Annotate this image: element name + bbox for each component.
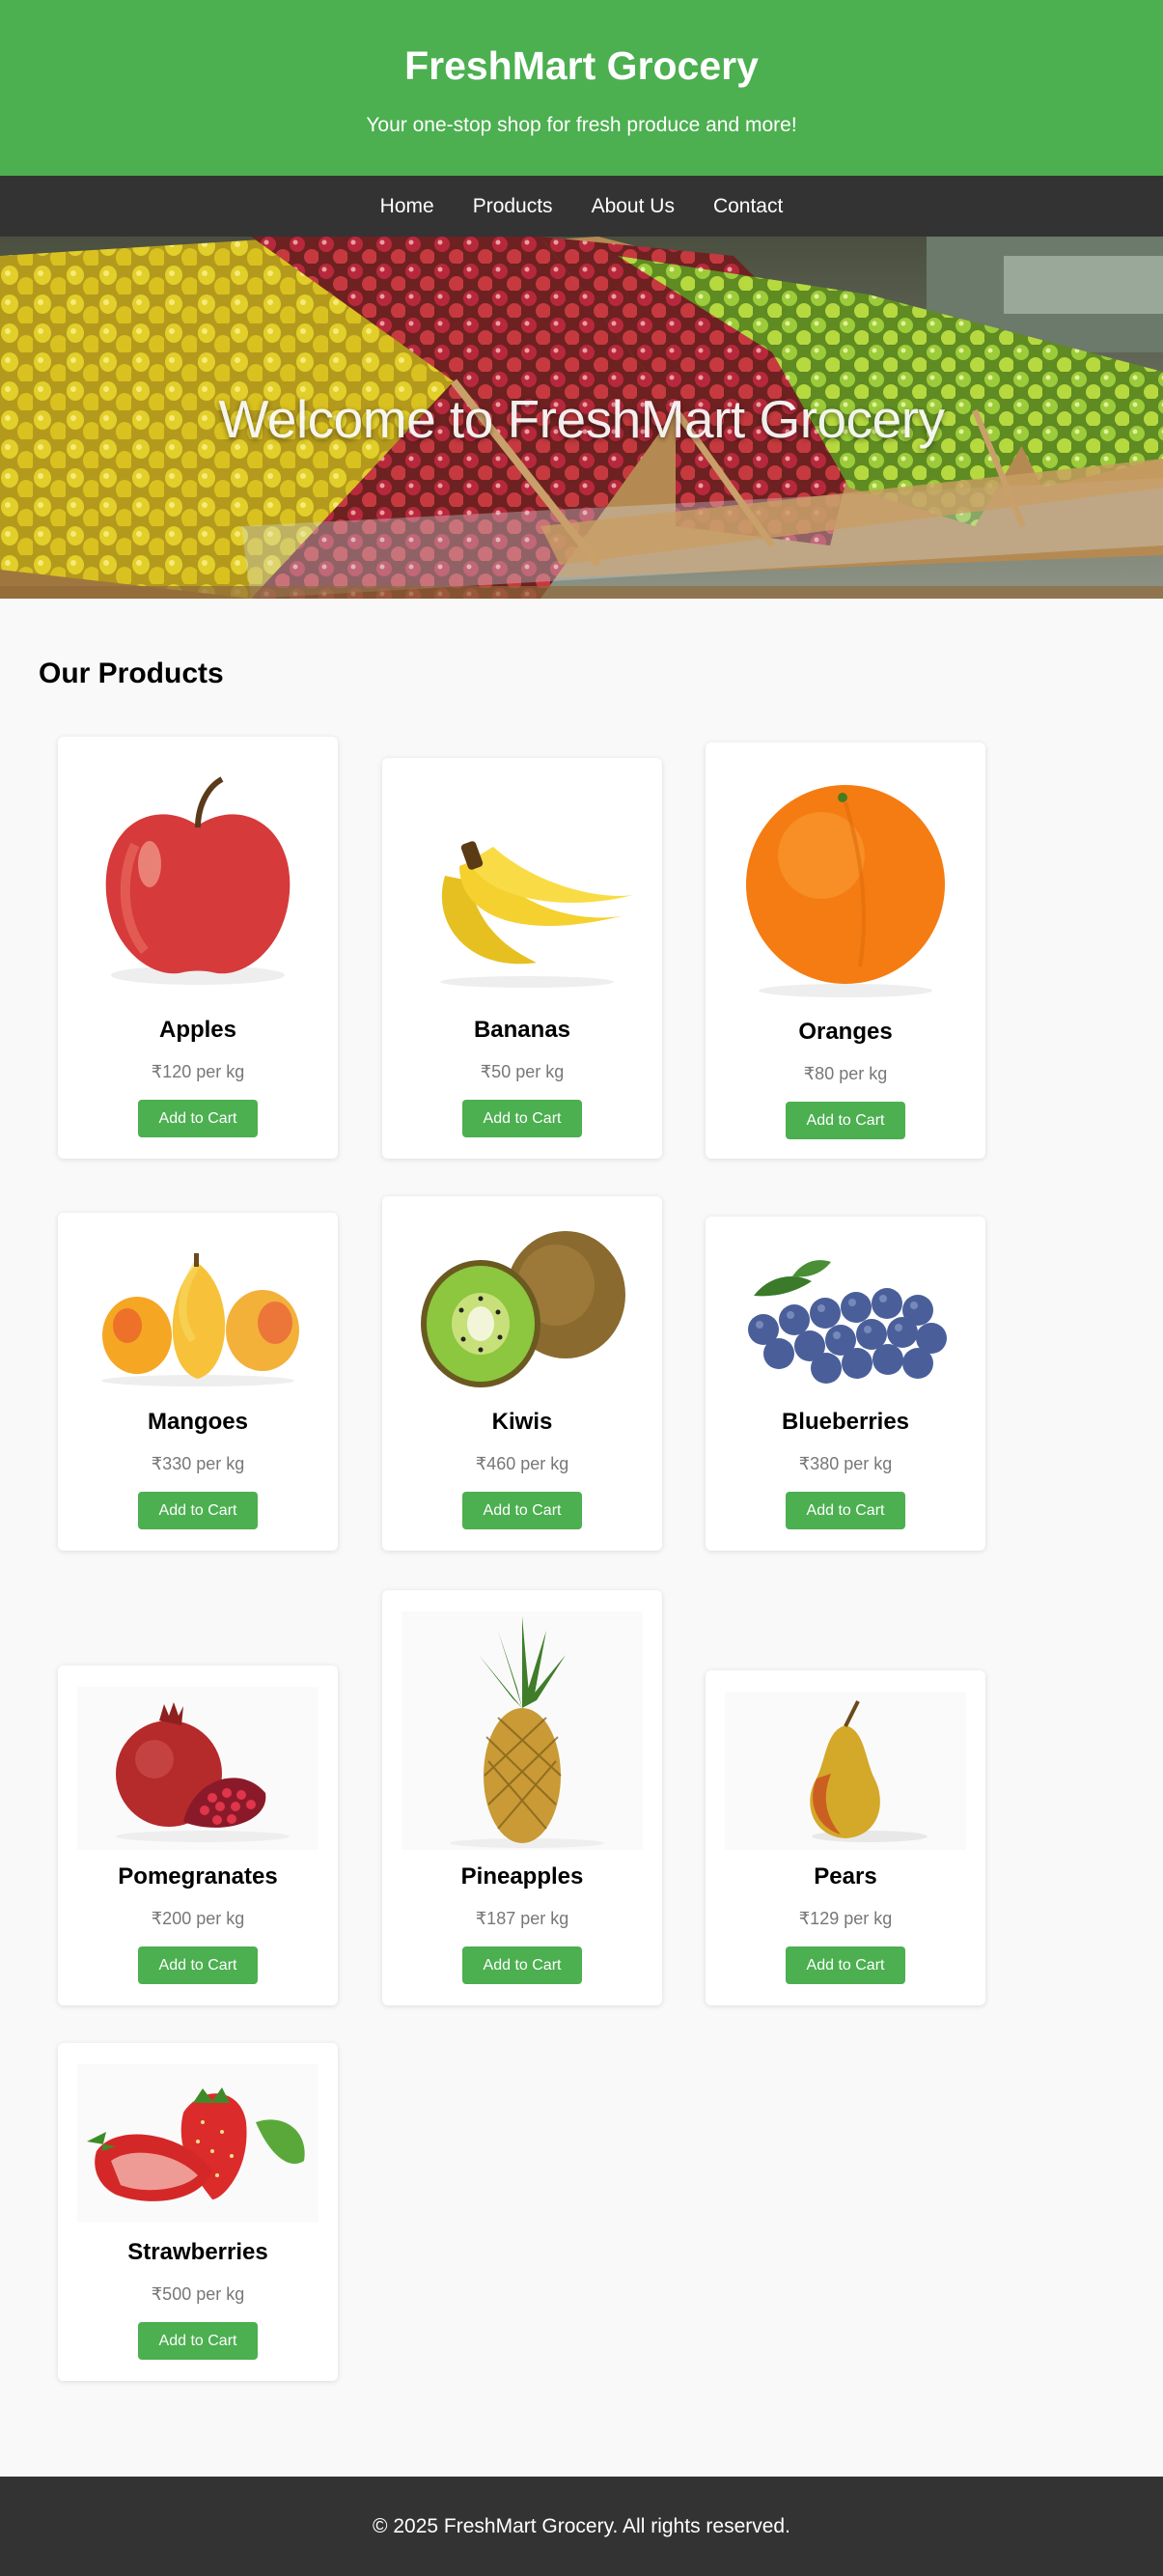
nav-item-products[interactable]: Products <box>473 195 553 218</box>
product-name: Blueberries <box>781 1409 910 1435</box>
product-card-mangoes: Mangoes ₹330 per kg Add to Cart <box>58 1213 338 1551</box>
banana-image <box>402 779 643 999</box>
product-price: ₹500 per kg <box>151 2284 245 2304</box>
product-card-strawberries: Strawberries ₹500 per kg Add to Cart <box>58 2043 338 2381</box>
product-card-pineapples: Pineapples ₹187 per kg Add to Cart <box>382 1590 662 2005</box>
product-name: Apples <box>158 1017 236 1043</box>
footer-copyright: © 2025 FreshMart Grocery. All rights res… <box>373 2515 790 2537</box>
add-to-cart-button[interactable]: Add to Cart <box>462 1492 582 1529</box>
product-price: ₹80 per kg <box>803 1064 888 1083</box>
add-to-cart-button[interactable]: Add to Cart <box>462 1100 582 1137</box>
product-price: ₹187 per kg <box>475 1909 569 1928</box>
mango-image <box>77 1234 318 1393</box>
product-price: ₹50 per kg <box>480 1062 565 1081</box>
nav-item-about-us[interactable]: About Us <box>592 195 675 218</box>
product-price: ₹129 per kg <box>798 1909 893 1928</box>
product-price: ₹460 per kg <box>475 1454 569 1473</box>
main-nav: Home Products About Us Contact <box>0 176 1163 237</box>
product-card-kiwis: Kiwis ₹460 per kg Add to Cart <box>382 1196 662 1551</box>
pomegranate-image <box>77 1687 318 1850</box>
product-name: Pomegranates <box>118 1863 278 1890</box>
product-name: Kiwis <box>491 1409 553 1435</box>
product-card-apples: Apples ₹120 per kg Add to Cart <box>58 737 338 1159</box>
product-card-pomegranates: Pomegranates ₹200 per kg Add to Cart <box>58 1666 338 2005</box>
add-to-cart-button[interactable]: Add to Cart <box>138 1946 258 1984</box>
add-to-cart-button[interactable]: Add to Cart <box>138 1492 258 1529</box>
product-price: ₹380 per kg <box>798 1454 893 1473</box>
pineapple-image <box>402 1611 643 1850</box>
add-to-cart-button[interactable]: Add to Cart <box>462 1946 582 1984</box>
product-price: ₹200 per kg <box>151 1909 245 1928</box>
product-card-bananas: Bananas ₹50 per kg Add to Cart <box>382 758 662 1159</box>
site-header: FreshMart Grocery Your one-stop shop for… <box>0 0 1163 176</box>
nav-item-home[interactable]: Home <box>380 195 434 218</box>
add-to-cart-button[interactable]: Add to Cart <box>786 1102 905 1139</box>
product-name: Pineapples <box>460 1863 584 1890</box>
add-to-cart-button[interactable]: Add to Cart <box>138 2322 258 2360</box>
nav-item-contact[interactable]: Contact <box>713 195 783 218</box>
product-price: ₹330 per kg <box>151 1454 245 1473</box>
product-name: Strawberries <box>127 2239 268 2265</box>
site-footer: © 2025 FreshMart Grocery. All rights res… <box>0 2477 1163 2576</box>
strawberry-image <box>77 2064 318 2223</box>
site-title: FreshMart Grocery <box>404 43 759 88</box>
pear-image <box>725 1692 966 1850</box>
add-to-cart-button[interactable]: Add to Cart <box>138 1100 258 1137</box>
product-name: Mangoes <box>147 1409 248 1435</box>
product-card-oranges: Oranges ₹80 per kg Add to Cart <box>706 742 985 1159</box>
orange-image <box>725 764 966 999</box>
kiwi-image <box>402 1218 643 1393</box>
product-name: Bananas <box>473 1017 571 1043</box>
hero-title: Welcome to FreshMart Grocery <box>218 389 945 449</box>
products-section-title: Our Products <box>39 658 224 689</box>
product-price: ₹120 per kg <box>151 1062 245 1081</box>
add-to-cart-button[interactable]: Add to Cart <box>786 1492 905 1529</box>
site-tagline: Your one-stop shop for fresh produce and… <box>366 114 797 136</box>
apple-image <box>77 758 318 999</box>
product-card-blueberries: Blueberries ₹380 per kg Add to Cart <box>706 1217 985 1551</box>
add-to-cart-button[interactable]: Add to Cart <box>786 1946 905 1984</box>
blueberry-image <box>725 1238 966 1394</box>
product-name: Pears <box>814 1863 877 1890</box>
product-card-pears: Pears ₹129 per kg Add to Cart <box>706 1670 985 2005</box>
product-name: Oranges <box>798 1019 893 1045</box>
